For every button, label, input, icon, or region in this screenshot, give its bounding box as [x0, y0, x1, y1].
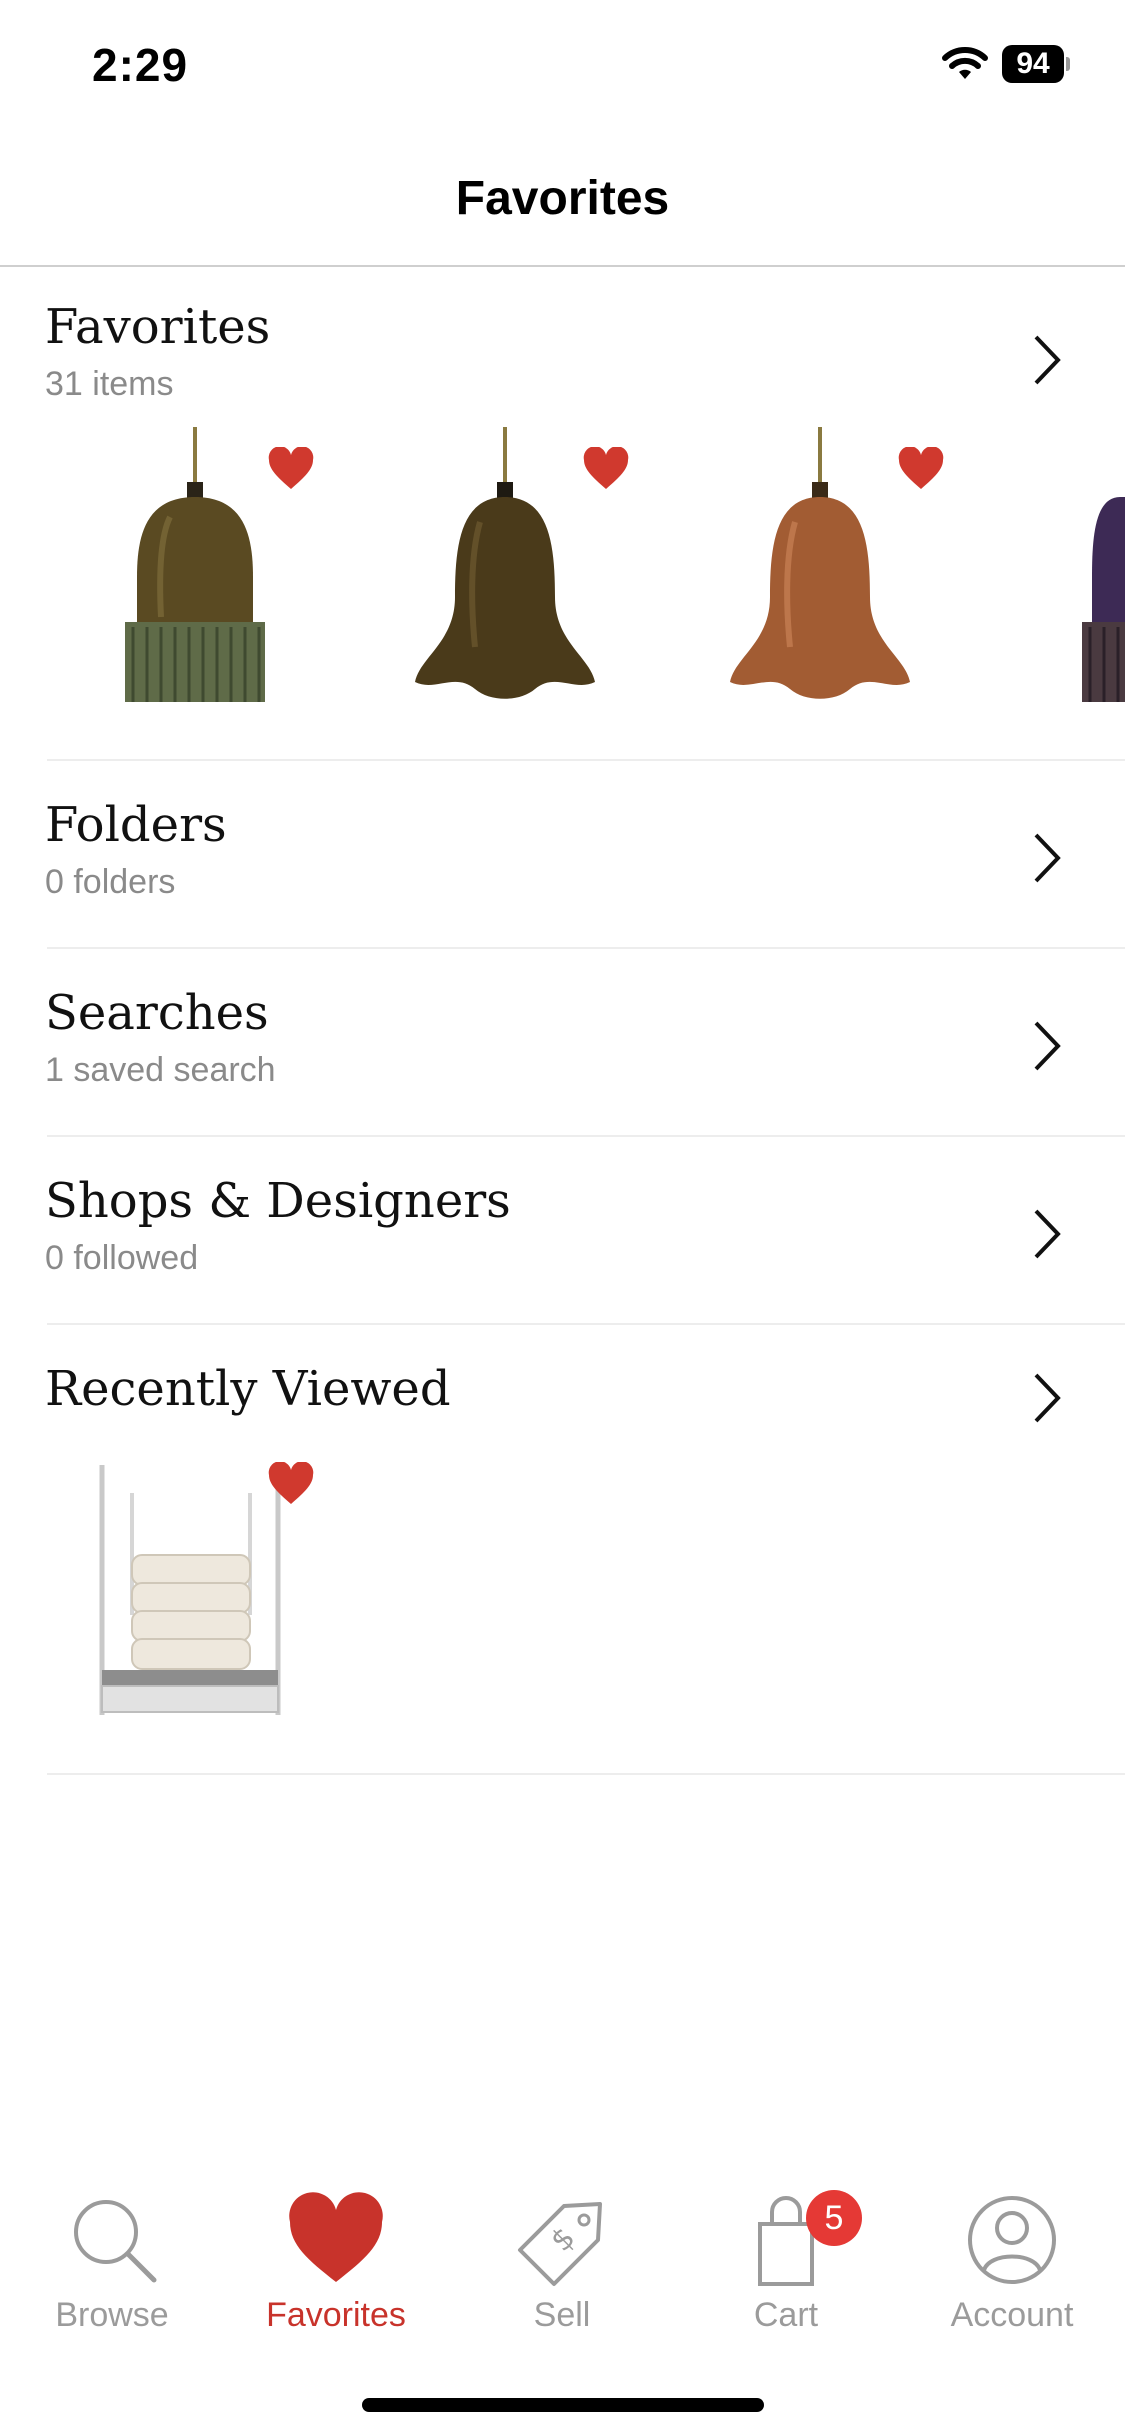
battery-level: 94	[1002, 45, 1064, 83]
favorites-section-title: Favorites	[45, 299, 271, 355]
searches-count: 1 saved search	[45, 1051, 276, 1089]
account-icon	[968, 2196, 1056, 2284]
chevron-right-icon[interactable]	[1030, 1019, 1064, 1073]
favorited-heart-icon[interactable]	[267, 1462, 315, 1506]
price-tag-icon: $	[518, 2202, 602, 2286]
search-icon	[74, 2200, 157, 2283]
tab-cart-label: Cart	[753, 2296, 819, 2334]
favorites-section[interactable]: Favorites 31 items	[0, 267, 1125, 757]
chevron-right-icon[interactable]	[1030, 1207, 1064, 1261]
tab-bar: Browse Favorites $ Sell 5 Cart Account	[0, 2160, 1125, 2436]
favorited-heart-icon[interactable]	[897, 447, 945, 491]
divider	[47, 1773, 1125, 1775]
status-icons: 94	[942, 45, 1070, 83]
favorited-heart-icon[interactable]	[267, 447, 315, 491]
heart-icon	[289, 2192, 383, 2282]
searches-title: Searches	[45, 985, 269, 1041]
wifi-icon	[942, 47, 988, 79]
favorites-item-count: 31 items	[45, 365, 174, 403]
chevron-right-icon[interactable]	[1030, 1371, 1064, 1425]
folders-title: Folders	[45, 797, 227, 853]
pendant-lamp-image	[1082, 497, 1125, 702]
page-title: Favorites	[455, 172, 670, 225]
battery-indicator: 94	[1002, 45, 1070, 83]
status-time: 2:29	[92, 39, 189, 91]
nav-header: Favorites	[0, 135, 1125, 267]
chevron-right-icon[interactable]	[1030, 333, 1064, 387]
recently-viewed-title: Recently Viewed	[45, 1361, 451, 1417]
searches-row[interactable]: Searches 1 saved search	[0, 949, 1125, 1135]
tab-browse[interactable]: Browse	[22, 2190, 202, 2335]
tab-favorites[interactable]: Favorites	[246, 2190, 426, 2335]
tab-favorites-label: Favorites	[266, 2296, 406, 2334]
tab-browse-label: Browse	[55, 2296, 169, 2334]
home-indicator[interactable]	[362, 2398, 764, 2412]
tab-cart[interactable]: 5 Cart	[696, 2190, 876, 2335]
recently-viewed-section[interactable]: Recently Viewed	[0, 1325, 1125, 1775]
battery-tip	[1066, 57, 1070, 71]
shops-designers-row[interactable]: Shops & Designers 0 followed	[0, 1137, 1125, 1323]
favorite-item-thumbnail[interactable]	[1060, 427, 1125, 717]
shops-designers-count: 0 followed	[45, 1239, 199, 1277]
tab-account[interactable]: Account	[922, 2190, 1102, 2335]
tab-account-label: Account	[950, 2296, 1074, 2334]
favorited-heart-icon[interactable]	[582, 447, 630, 491]
tab-sell-label: Sell	[533, 2296, 591, 2334]
status-bar: 2:29 94	[0, 0, 1125, 135]
cart-count-badge: 5	[806, 2190, 862, 2246]
shops-designers-title: Shops & Designers	[45, 1173, 511, 1229]
folders-row[interactable]: Folders 0 folders	[0, 761, 1125, 947]
svg-text:$: $	[544, 2220, 582, 2258]
folders-count: 0 folders	[45, 863, 176, 901]
tab-sell[interactable]: $ Sell	[472, 2190, 652, 2335]
chevron-right-icon[interactable]	[1030, 831, 1064, 885]
